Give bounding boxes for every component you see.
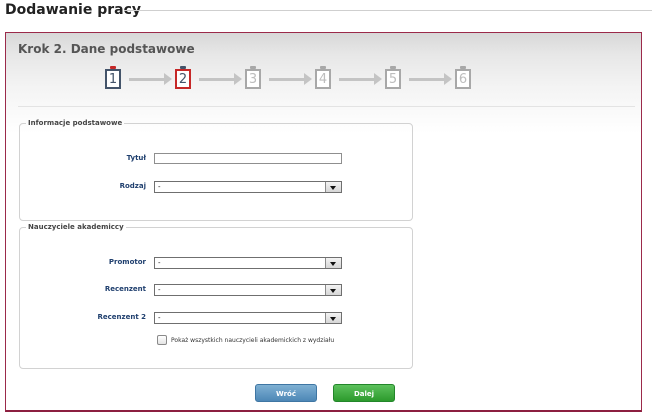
next-button[interactable]: Dalej: [333, 384, 395, 402]
chevron-down-icon[interactable]: [325, 313, 341, 323]
reviewer2-select-value: -: [158, 314, 161, 322]
reviewer-select-value: -: [158, 286, 161, 294]
clipboard-step-1-icon: 1: [105, 66, 121, 89]
arrow-right-icon: [339, 73, 382, 85]
reviewer-label: Recenzent: [104, 285, 146, 293]
teachers-legend: Nauczyciele akademiccy: [28, 223, 124, 231]
chevron-down-icon[interactable]: [325, 182, 341, 192]
arrow-right-icon: [199, 73, 242, 85]
type-select-value: -: [158, 183, 161, 191]
promotor-select[interactable]: -: [154, 257, 342, 269]
basic-info-group: Informacje podstawowe Tytuł Rodzaj -: [19, 119, 413, 221]
teachers-group: Nauczyciele akademiccy Promotor - Recenz…: [19, 223, 413, 369]
promotor-select-value: -: [158, 259, 161, 267]
promotor-label: Promotor: [108, 258, 146, 266]
title-input[interactable]: [154, 153, 342, 164]
type-label: Rodzaj: [119, 182, 146, 190]
chevron-down-icon[interactable]: [325, 258, 341, 268]
arrow-right-icon: [129, 73, 172, 85]
clipboard-step-2-icon: 2: [175, 66, 191, 89]
basic-info-legend: Informacje podstawowe: [28, 119, 123, 127]
title-label: Tytuł: [126, 154, 146, 162]
clipboard-step-3-icon: 3: [245, 66, 261, 89]
title-divider: [124, 10, 652, 11]
show-all-label[interactable]: Pokaż wszystkich nauczycieli akademickic…: [171, 337, 334, 344]
page-title: Dodawanie pracy: [5, 2, 142, 18]
clipboard-step-6-icon: 6: [455, 66, 471, 89]
wizard-steps: 1 2 3 4 5 6: [6, 33, 641, 103]
reviewer2-select[interactable]: -: [154, 312, 342, 324]
type-select[interactable]: -: [154, 181, 342, 193]
reviewer-select[interactable]: -: [154, 284, 342, 296]
arrow-right-icon: [409, 73, 452, 85]
show-all-checkbox[interactable]: [157, 335, 167, 345]
reviewer2-label: Recenzent 2: [97, 313, 146, 321]
clipboard-step-5-icon: 5: [385, 66, 401, 89]
arrow-right-icon: [269, 73, 312, 85]
clipboard-step-4-icon: 4: [315, 66, 331, 89]
header-divider: [18, 106, 635, 107]
chevron-down-icon[interactable]: [325, 285, 341, 295]
back-button[interactable]: Wróć: [255, 384, 317, 402]
wizard-panel: Krok 2. Dane podstawowe 1 2 3 4 5 6 Info…: [5, 32, 642, 412]
